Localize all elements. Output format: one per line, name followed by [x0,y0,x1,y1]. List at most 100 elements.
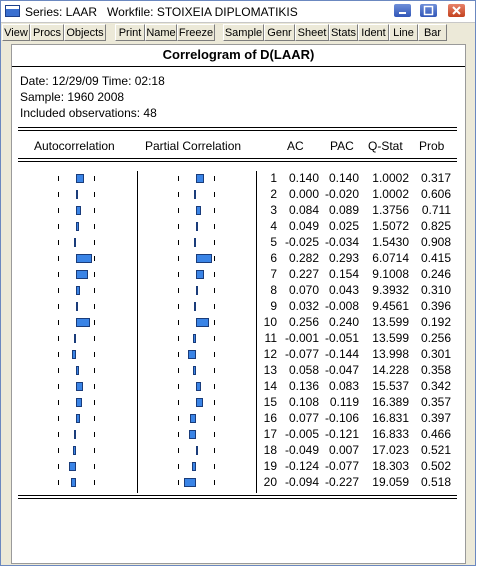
ac-band-left [58,272,59,277]
ac-band-right [94,480,95,485]
ac-band-right [94,208,95,213]
pac-band-left [178,352,179,357]
pac-band-right [214,384,215,389]
pac-band-right [214,336,215,341]
ac-cell: -0.001 [284,331,319,345]
ac-band-left [58,176,59,181]
maximize-button[interactable] [419,3,438,18]
lag-cell: 11 [264,331,277,345]
ac-band-left [58,224,59,229]
qstat-cell: 1.0002 [372,187,409,201]
pac-band-right [214,192,215,197]
pac-band-left [178,464,179,469]
toolbar-name-button[interactable]: Name [145,24,177,41]
ac-band-left [58,384,59,389]
ac-band-left [58,208,59,213]
lag-cell: 2 [270,187,277,201]
toolbar-objects-button[interactable]: Objects [64,24,106,41]
pac-band-left [178,480,179,485]
maximize-icon [423,5,434,16]
lag-cell: 15 [263,395,277,409]
qstat-cell: 13.998 [372,347,409,361]
pac-cell: -0.121 [324,427,359,441]
ac-band-right [94,448,95,453]
toolbar-genr-button[interactable]: Genr [264,24,295,41]
ac-cell: -0.077 [284,347,319,361]
pac-cell: 0.083 [328,379,359,393]
pac-band-right [214,304,215,309]
toolbar-stats-button[interactable]: Stats [329,24,358,41]
toolbar-bar-button[interactable]: Bar [418,24,447,41]
ac-cell: -0.005 [284,427,319,441]
toolbar-print-button[interactable]: Print [115,24,145,41]
prob-cell: 0.502 [420,459,451,473]
ac-band-right [94,240,95,245]
ac-cell: -0.025 [284,235,319,249]
toolbar-freeze-button[interactable]: Freeze [177,24,215,41]
ac-bar [76,382,83,391]
close-button[interactable] [447,3,466,18]
toolbar-sheet-button[interactable]: Sheet [295,24,329,41]
ac-cell: -0.049 [284,443,319,457]
table-rule-bottom [18,495,457,496]
header-rule-top-2 [18,130,457,131]
ac-cell: 0.108 [288,395,319,409]
toolbar-sample-button[interactable]: Sample [223,24,264,41]
prob-cell: 0.711 [421,203,451,217]
ac-band-left [58,416,59,421]
observations-line: Included observations: 48 [20,106,157,120]
pac-cell: 0.154 [328,267,359,281]
qstat-cell: 17.023 [372,443,409,457]
pac-band-left [178,176,179,181]
ac-band-left [58,352,59,357]
pac-cell: -0.047 [324,363,359,377]
pac-cell: -0.008 [324,299,359,313]
pac-cell: 0.007 [328,443,359,457]
pac-band-left [178,400,179,405]
pac-bar [193,366,196,375]
toolbar-procs-button[interactable]: Procs [30,24,64,41]
ac-band-left [58,304,59,309]
pac-band-right [214,208,215,213]
pac-band-right [214,320,215,325]
toolbar-line-button[interactable]: Line [389,24,418,41]
header-rule-bottom-2 [18,161,457,162]
title-bar[interactable]: Series: LAAR Workfile: STOIXEIA DIPLOMAT… [1,1,475,23]
toolbar-ident-button[interactable]: Ident [358,24,389,41]
lag-cell: 17 [263,427,277,441]
lag-cell: 16 [263,411,277,425]
autocorrelation-header: Autocorrelation [34,139,115,153]
lag-cell: 7 [270,267,277,281]
date-line: Date: 12/29/09 Time: 02:18 [20,74,165,88]
qstat-header: Q-Stat [368,139,403,153]
toolbar-view-button[interactable]: View [2,24,30,41]
ac-cell: 0.077 [288,411,319,425]
pac-band-left [178,256,179,261]
right-margin [476,0,487,568]
ac-band-left [58,464,59,469]
pac-band-right [214,368,215,373]
ac-band-left [58,368,59,373]
close-icon [452,6,461,15]
ac-band-left [58,432,59,437]
qstat-cell: 16.389 [372,395,409,409]
qstat-cell: 1.5072 [372,219,409,233]
minimize-button[interactable] [393,3,412,18]
qstat-cell: 14.228 [372,363,409,377]
ac-cell: -0.094 [284,475,319,489]
ac-band-right [94,272,95,277]
ac-bar [74,238,76,247]
qstat-cell: 16.831 [372,411,409,425]
column-separator-left [137,171,138,493]
qstat-cell: 1.0002 [372,171,409,185]
ac-bar [76,222,79,231]
ac-band-right [94,416,95,421]
lag-cell: 14 [263,379,277,393]
ac-bar [76,414,80,423]
ac-band-left [58,288,59,293]
series-window: Series: LAAR Workfile: STOIXEIA DIPLOMAT… [0,0,476,566]
pac-bar [196,286,198,295]
pac-bar [196,174,204,183]
pac-cell: 0.240 [328,315,359,329]
pac-bar [184,478,196,487]
